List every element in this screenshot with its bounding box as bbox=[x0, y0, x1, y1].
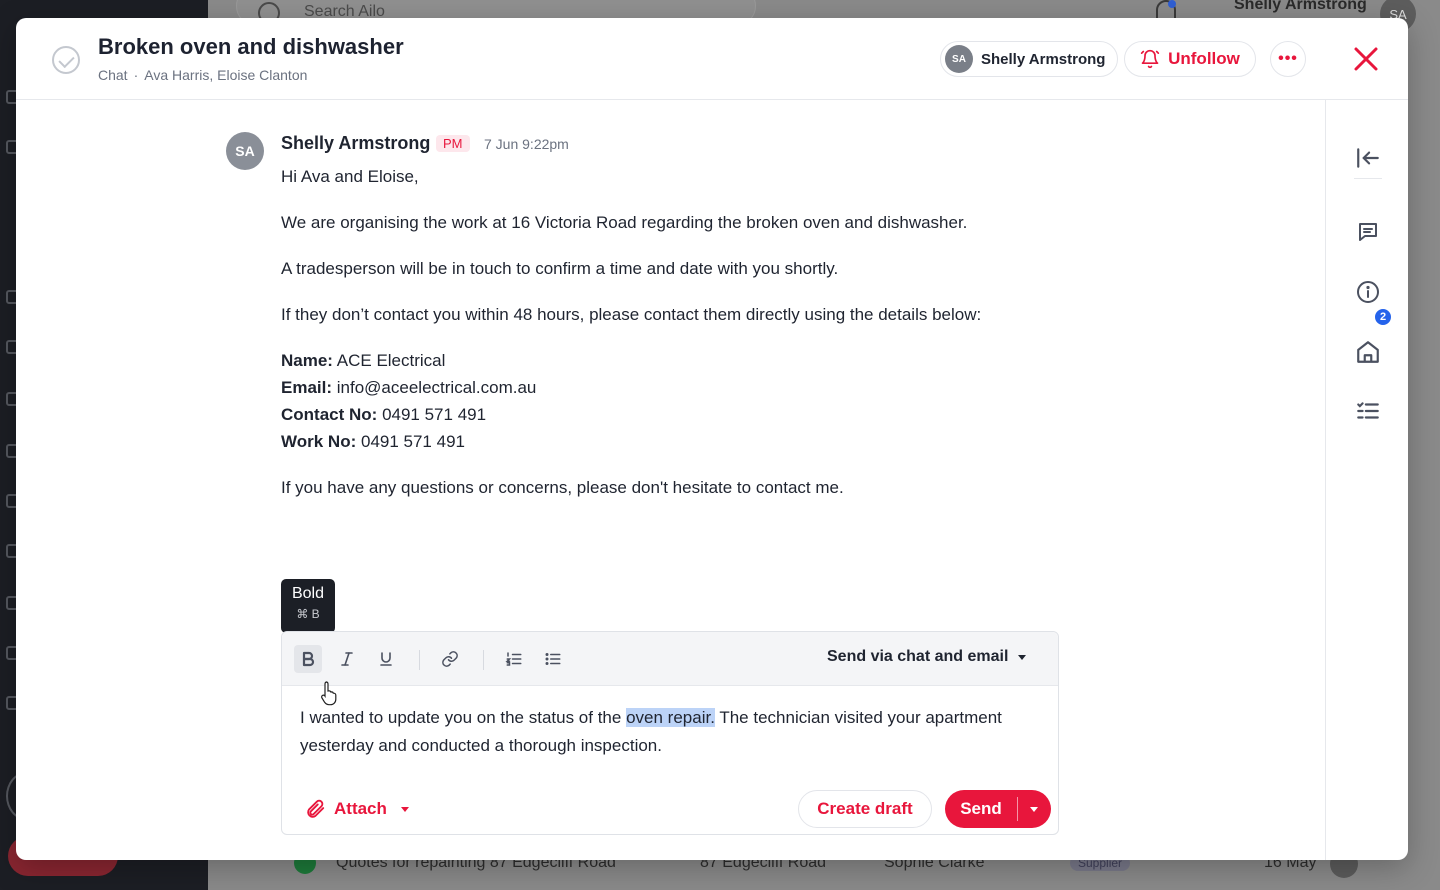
tooltip-title: Bold bbox=[291, 585, 325, 602]
detail-label: Name: bbox=[281, 351, 333, 370]
unfollow-button[interactable]: Unfollow bbox=[1124, 41, 1256, 77]
checklist-icon bbox=[1357, 402, 1379, 419]
bullet-list-button[interactable] bbox=[539, 645, 567, 673]
page-title: Broken oven and dishwasher bbox=[98, 34, 404, 59]
message-editor[interactable]: I wanted to update you on the status of … bbox=[300, 704, 1040, 760]
detail-label: Contact No: bbox=[281, 405, 378, 424]
detail-label: Work No: bbox=[281, 432, 357, 451]
tooltip-shortcut: ⌘ B bbox=[296, 607, 320, 621]
italic-icon bbox=[341, 652, 353, 666]
detail-line: Contact No: 0491 571 491 bbox=[281, 401, 1061, 428]
send-options-dropdown[interactable] bbox=[1018, 806, 1050, 812]
create-draft-label: Create draft bbox=[817, 799, 913, 818]
conversation-modal: Broken oven and dishwasher Chat · Ava Harr… bbox=[16, 18, 1408, 860]
detail-value: 0491 571 491 bbox=[360, 432, 465, 451]
detail-label: Email: bbox=[281, 378, 333, 397]
chat-panel-button[interactable] bbox=[1354, 218, 1382, 246]
chevron-down-icon bbox=[1018, 654, 1027, 660]
modal-header: Broken oven and dishwasher Chat · Ava Harr… bbox=[16, 18, 1408, 100]
assignee-button[interactable]: SA Shelly Armstrong bbox=[940, 41, 1119, 77]
info-panel-button[interactable] bbox=[1354, 278, 1382, 306]
message-composer: Send via chat and email I wanted to upda… bbox=[281, 631, 1059, 835]
italic-button[interactable] bbox=[333, 645, 361, 673]
detail-value: info@aceelectrical.com.au bbox=[336, 378, 537, 397]
detail-line: Work No: 0491 571 491 bbox=[281, 428, 1061, 455]
bullet-list-icon bbox=[545, 653, 561, 665]
rail-divider bbox=[1354, 178, 1382, 179]
underline-button[interactable] bbox=[372, 645, 400, 673]
detail-line: Name: ACE Electrical bbox=[281, 347, 1061, 374]
separator-dot: · bbox=[133, 67, 139, 83]
participants-label: Ava Harris, Eloise Clanton bbox=[144, 67, 308, 83]
chat-bubble-icon bbox=[1359, 223, 1377, 241]
send-label: Send bbox=[960, 799, 1002, 818]
bold-button[interactable] bbox=[294, 645, 322, 673]
send-button[interactable]: Send bbox=[945, 790, 1051, 828]
notification-dot bbox=[1168, 0, 1176, 8]
paperclip-icon bbox=[307, 799, 325, 818]
close-button[interactable] bbox=[1352, 45, 1380, 73]
detail-line: Email: info@aceelectrical.com.au bbox=[281, 374, 1061, 401]
numbered-list-button[interactable] bbox=[500, 645, 528, 673]
close-icon bbox=[1354, 47, 1378, 71]
create-draft-button[interactable]: Create draft bbox=[798, 790, 932, 828]
tasks-panel-button[interactable] bbox=[1354, 397, 1382, 425]
more-options-icon: ••• bbox=[1278, 50, 1298, 67]
selected-text: oven repair. bbox=[626, 708, 715, 727]
bell-off-icon bbox=[1140, 49, 1160, 69]
role-badge: PM bbox=[436, 135, 470, 152]
message-timestamp: 7 Jun 9:22pm bbox=[484, 136, 569, 152]
channel-label: Chat bbox=[98, 67, 128, 83]
mark-complete-checkbox[interactable] bbox=[52, 46, 80, 74]
formatting-toolbar: Send via chat and email bbox=[282, 632, 1058, 686]
more-options-button[interactable]: ••• bbox=[1270, 41, 1306, 77]
message-paragraph: A tradesperson will be in touch to confi… bbox=[281, 259, 839, 278]
property-count-badge: 2 bbox=[1373, 307, 1393, 327]
message-author: Shelly Armstrong bbox=[281, 133, 431, 153]
avatar: SA bbox=[945, 45, 973, 73]
conversation-subtitle: Chat · Ava Harris, Eloise Clanton bbox=[98, 67, 307, 83]
unfollow-label: Unfollow bbox=[1168, 49, 1240, 68]
chevron-down-icon bbox=[1030, 806, 1038, 812]
bold-icon bbox=[302, 651, 315, 667]
message-greeting: Hi Ava and Eloise, bbox=[281, 167, 419, 186]
property-panel-button[interactable] bbox=[1354, 338, 1382, 366]
info-icon bbox=[1357, 281, 1379, 303]
chevron-down-icon bbox=[400, 806, 409, 812]
numbered-list-icon bbox=[505, 652, 522, 666]
assignee-name: Shelly Armstrong bbox=[981, 50, 1106, 68]
message-closing: If you have any questions or concerns, p… bbox=[281, 478, 844, 497]
message-body: Hi Ava and Eloise, We are organising the… bbox=[281, 163, 1061, 520]
collapse-panel-button[interactable] bbox=[1354, 144, 1382, 172]
message-paragraph: If they don’t contact you within 48 hour… bbox=[281, 305, 982, 324]
bold-tooltip: Bold ⌘ B bbox=[281, 579, 335, 633]
send-mode-dropdown[interactable]: Send via chat and email bbox=[827, 648, 1027, 666]
message-paragraph: We are organising the work at 16 Victori… bbox=[281, 213, 968, 232]
detail-value: 0491 571 491 bbox=[382, 405, 487, 424]
avatar: SA bbox=[226, 132, 264, 170]
send-mode-label: Send via chat and email bbox=[827, 648, 1009, 665]
background-user-name: Shelly Armstrong bbox=[1234, 0, 1367, 13]
collapse-left-icon bbox=[1357, 148, 1379, 168]
link-button[interactable] bbox=[436, 645, 464, 673]
toolbar-divider bbox=[419, 650, 420, 670]
attach-label: Attach bbox=[334, 799, 387, 818]
pointer-cursor-icon bbox=[321, 681, 337, 706]
toolbar-divider bbox=[483, 650, 484, 670]
home-icon bbox=[1357, 341, 1379, 363]
link-icon bbox=[442, 651, 458, 667]
attach-button[interactable]: Attach bbox=[304, 798, 409, 820]
underline-icon bbox=[380, 652, 392, 666]
right-rail bbox=[1325, 100, 1408, 860]
detail-value: ACE Electrical bbox=[336, 351, 446, 370]
editor-text: I wanted to update you on the status of … bbox=[300, 708, 627, 727]
